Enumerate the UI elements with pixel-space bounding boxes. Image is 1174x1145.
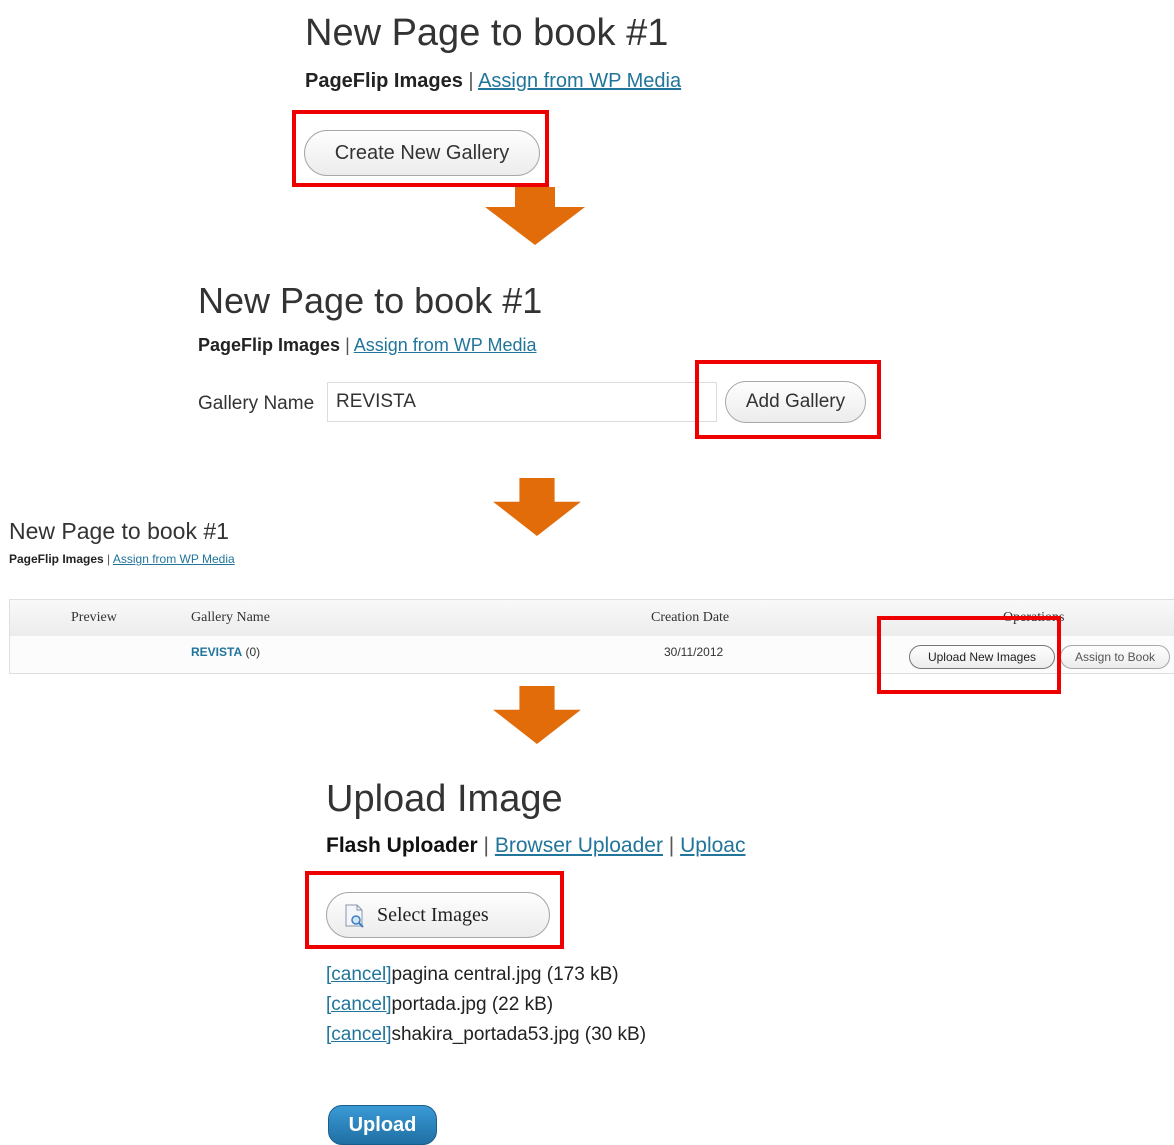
- cancel-link[interactable]: [cancel]: [326, 964, 391, 985]
- page-title: New Page to book #1: [198, 280, 543, 321]
- tab-separator: |: [483, 834, 490, 857]
- arrow-shape: [485, 187, 585, 245]
- arrow-down-icon: [485, 187, 585, 245]
- gallery-name-label: Gallery Name: [198, 393, 315, 414]
- column-header-creation-date: Creation Date: [651, 610, 730, 625]
- select-images-button[interactable]: Select Images: [326, 892, 550, 938]
- gallery-name-cell: REVISTA (0): [191, 645, 260, 659]
- tab-separator: |: [107, 552, 111, 566]
- page-title: Upload Image: [326, 778, 563, 820]
- select-images-label: Select Images: [377, 904, 489, 926]
- upload-new-images-button[interactable]: Upload New Images: [909, 645, 1055, 669]
- tab-separator: |: [345, 335, 350, 355]
- column-header-preview: Preview: [71, 610, 117, 625]
- tab-assign-from-wp-media[interactable]: Assign from WP Media: [354, 335, 537, 355]
- file-name: pagina central.jpg (173 kB): [391, 964, 619, 985]
- arrow-shape: [493, 478, 581, 536]
- column-header-operations: Operations: [1003, 610, 1065, 625]
- list-item: [cancel]portada.jpg (22 kB): [326, 990, 646, 1020]
- document-search-icon: [345, 904, 364, 928]
- tab-assign-from-wp-media[interactable]: Assign from WP Media: [113, 552, 235, 566]
- tab-nav: PageFlip Images | Assign from WP Media: [305, 70, 681, 93]
- cancel-link[interactable]: [cancel]: [326, 994, 391, 1015]
- table-header: [9, 599, 1174, 637]
- tab-nav: PageFlip Images | Assign from WP Media: [198, 335, 537, 356]
- tab-browser-uploader[interactable]: Browser Uploader: [495, 834, 663, 857]
- tab-pageflip-images[interactable]: PageFlip Images: [305, 70, 463, 92]
- assign-to-book-button[interactable]: Assign to Book: [1060, 645, 1170, 669]
- page-title: New Page to book #1: [305, 12, 669, 54]
- gallery-link[interactable]: REVISTA: [191, 645, 242, 659]
- column-header-gallery-name: Gallery Name: [191, 610, 270, 625]
- list-item: [cancel]shakira_portada53.jpg (30 kB): [326, 1020, 646, 1050]
- arrow-down-icon: [493, 478, 581, 536]
- upload-button[interactable]: Upload: [328, 1105, 437, 1145]
- tab-assign-from-wp-media[interactable]: Assign from WP Media: [478, 70, 681, 92]
- tab-nav: Flash Uploader | Browser Uploader | Uplo…: [326, 834, 781, 864]
- tab-separator: |: [468, 70, 474, 92]
- arrow-shape: [493, 686, 581, 744]
- gallery-name-input[interactable]: [327, 382, 717, 422]
- tab-upload[interactable]: Uploac: [680, 834, 745, 857]
- tab-separator: |: [668, 834, 675, 857]
- create-new-gallery-button[interactable]: Create New Gallery: [304, 130, 540, 176]
- tab-pageflip-images[interactable]: PageFlip Images: [198, 335, 340, 355]
- arrow-down-icon: [493, 686, 581, 744]
- file-name: portada.jpg (22 kB): [391, 994, 554, 1015]
- tab-pageflip-images[interactable]: PageFlip Images: [9, 552, 104, 566]
- cancel-link[interactable]: [cancel]: [326, 1024, 391, 1045]
- add-gallery-button[interactable]: Add Gallery: [725, 381, 866, 423]
- file-name: shakira_portada53.jpg (30 kB): [391, 1024, 647, 1045]
- page-title: New Page to book #1: [9, 518, 229, 544]
- upload-queue: [cancel]pagina central.jpg (173 kB) [can…: [326, 960, 646, 1050]
- list-item: [cancel]pagina central.jpg (173 kB): [326, 960, 646, 990]
- image-count: (0): [245, 645, 261, 659]
- creation-date-cell: 30/11/2012: [664, 645, 724, 659]
- tab-flash-uploader[interactable]: Flash Uploader: [326, 834, 478, 857]
- tab-nav: PageFlip Images | Assign from WP Media: [9, 552, 235, 566]
